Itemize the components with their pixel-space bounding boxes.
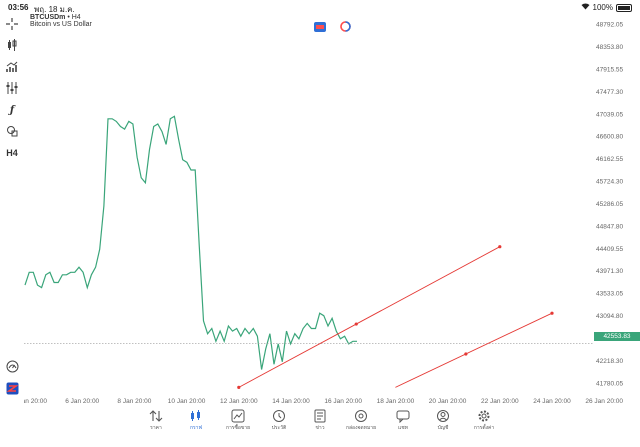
tab-label: บัญชี xyxy=(437,425,449,431)
time-axis-label: 4 Jan 20:00 xyxy=(24,398,47,405)
settings-sliders-icon[interactable] xyxy=(4,80,20,96)
price-axis-label: 48792.05 xyxy=(596,22,623,29)
tab-quotes[interactable]: ราคา xyxy=(136,409,176,432)
wifi-icon xyxy=(581,3,590,12)
bottom-tab-bar: ราคา กราฟ การซื้อขาย ประวัติ ข่าว กล่องจดหมาย… xyxy=(0,406,640,447)
trade-icon xyxy=(218,409,258,423)
tab-label: ข่าว xyxy=(315,425,325,431)
price-axis-label: 43094.80 xyxy=(596,313,623,320)
time-axis-label: 16 Jan 20:00 xyxy=(324,398,362,405)
tab-label: กล่องจดหมาย xyxy=(345,425,377,431)
price-axis-label: 47477.30 xyxy=(596,89,623,96)
tab-news[interactable]: ข่าว xyxy=(300,409,340,432)
left-toolbar: ƒ H4 xyxy=(0,14,24,406)
tab-label: ประวัติ xyxy=(271,425,287,431)
trendline-anchor[interactable] xyxy=(498,245,502,249)
time-axis-label: 6 Jan 20:00 xyxy=(65,398,99,405)
tab-label: กราฟ xyxy=(189,425,203,431)
battery-percent: 100% xyxy=(592,3,613,12)
trendline[interactable] xyxy=(395,312,553,388)
chart-icon xyxy=(176,409,216,423)
trendline[interactable] xyxy=(238,246,501,388)
trendline-anchor[interactable] xyxy=(464,352,468,356)
news-icon xyxy=(300,409,340,423)
history-icon xyxy=(259,409,299,423)
time-axis-label: 8 Jan 20:00 xyxy=(117,398,151,405)
mailbox-icon xyxy=(341,409,381,423)
current-price-label: 42553.83 xyxy=(594,332,640,341)
time-axis-label: 12 Jan 20:00 xyxy=(220,398,258,405)
trendline-anchor[interactable] xyxy=(354,322,358,326)
price-axis-label: 43533.05 xyxy=(596,291,623,298)
speedometer-icon[interactable] xyxy=(4,358,20,374)
price-axis-label: 44847.80 xyxy=(596,223,623,230)
tab-chat[interactable]: แชท xyxy=(383,409,423,432)
tab-account[interactable]: บัญชี xyxy=(423,409,463,432)
settings-icon xyxy=(464,409,504,423)
price-axis-label: 43971.30 xyxy=(596,268,623,275)
trendline-anchor[interactable] xyxy=(237,385,241,389)
price-axis-label: 46162.55 xyxy=(596,156,623,163)
chat-icon xyxy=(383,409,423,424)
tab-label: ราคา xyxy=(150,425,162,431)
price-axis-label: 41780.05 xyxy=(596,380,623,387)
price-axis-label: 47039.05 xyxy=(596,111,623,118)
quotes-icon xyxy=(136,409,176,423)
account-icon xyxy=(423,409,463,423)
time-axis-label: 22 Jan 20:00 xyxy=(481,398,519,405)
function-icon[interactable]: ƒ xyxy=(4,102,20,118)
tab-label: แชท xyxy=(398,425,408,431)
tab-settings[interactable]: การตั้งค่า xyxy=(464,409,504,432)
price-axis-label: 46600.80 xyxy=(596,134,623,141)
status-bar: 03:56 พฤ. 18 ม.ค. 100% xyxy=(0,0,640,14)
timeframe-button[interactable]: H4 xyxy=(4,145,20,161)
shapes-icon[interactable] xyxy=(4,123,20,139)
time-axis-label: 10 Jan 20:00 xyxy=(168,398,206,405)
price-chart[interactable]: 48792.05 48353.80 47915.55 47477.30 47039.05… xyxy=(24,14,640,406)
time-axis-label: 20 Jan 20:00 xyxy=(429,398,467,405)
tab-label: การตั้งค่า xyxy=(473,425,495,431)
trendline-anchor[interactable] xyxy=(550,311,554,315)
price-series-line xyxy=(24,115,357,370)
battery-icon xyxy=(616,3,632,12)
price-axis-label: 44409.55 xyxy=(596,246,623,253)
tab-chart[interactable]: กราฟ xyxy=(176,409,216,432)
indicators-icon[interactable] xyxy=(4,59,20,75)
time-axis-label: 24 Jan 20:00 xyxy=(533,398,571,405)
price-axis-label: 48353.80 xyxy=(596,44,623,51)
time-axis-label: 18 Jan 20:00 xyxy=(377,398,415,405)
time-axis-label: 14 Jan 20:00 xyxy=(272,398,310,405)
price-axis-label: 45724.30 xyxy=(596,179,623,186)
price-axis-label: 45286.05 xyxy=(596,201,623,208)
tab-trade[interactable]: การซื้อขาย xyxy=(218,409,258,432)
price-axis-label: 47915.55 xyxy=(596,66,623,73)
price-axis-label: 42218.30 xyxy=(596,358,623,365)
time-axis-label: 26 Jan 20:00 xyxy=(585,398,623,405)
tab-label: การซื้อขาย xyxy=(225,425,251,431)
status-right: 100% xyxy=(581,3,632,12)
tab-history[interactable]: ประวัติ xyxy=(259,409,299,432)
broker-logo-icon[interactable] xyxy=(4,380,20,396)
status-time: 03:56 xyxy=(8,3,29,12)
tab-mailbox[interactable]: กล่องจดหมาย xyxy=(341,409,381,432)
chart-type-candles-icon[interactable] xyxy=(4,37,20,53)
crosshair-icon[interactable] xyxy=(4,16,20,32)
